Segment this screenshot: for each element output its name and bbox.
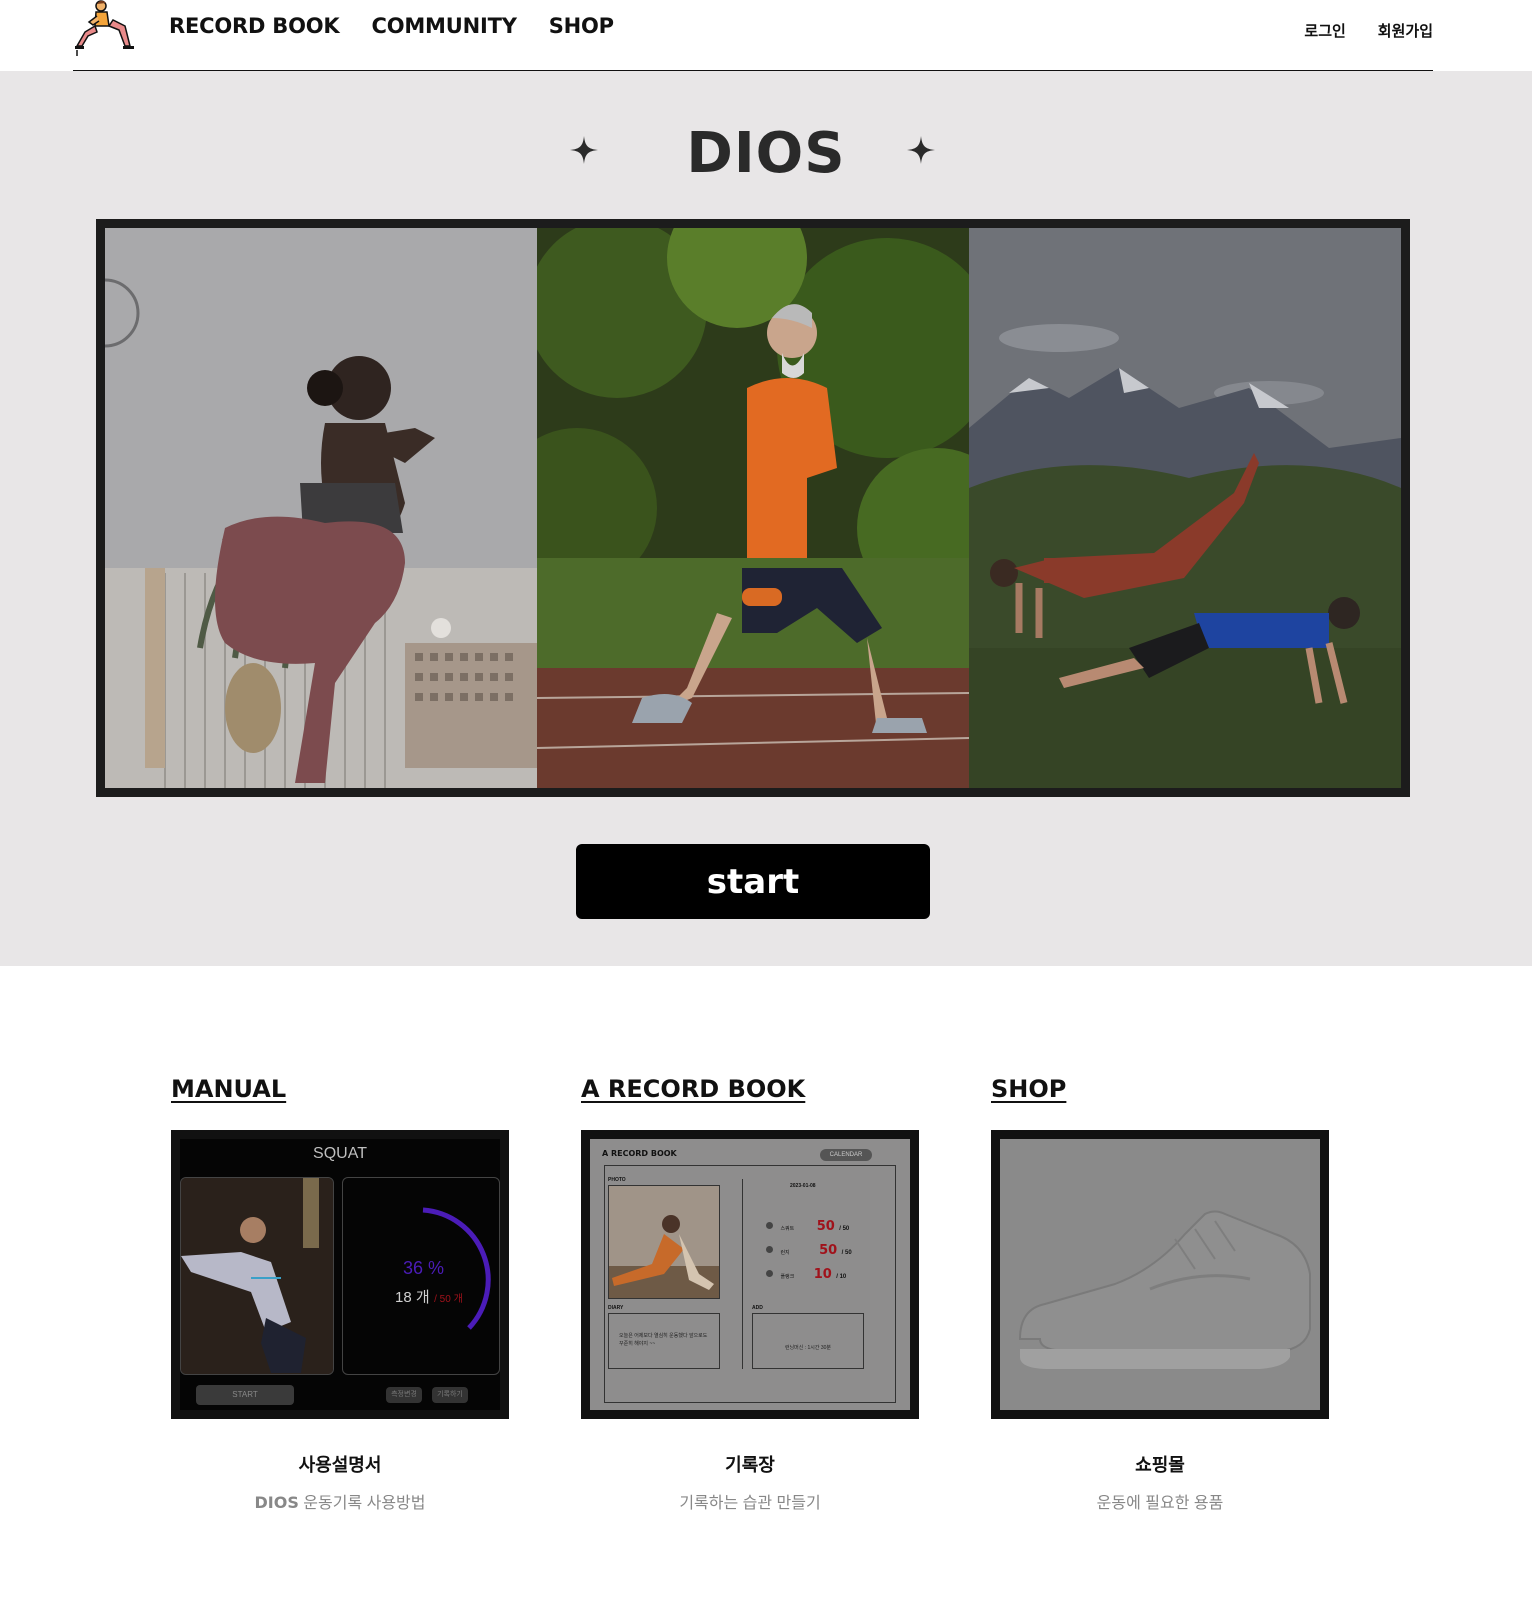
- gallery-image-lunge: [537, 228, 969, 788]
- rb-photo: [608, 1185, 720, 1299]
- card-title-manual: 사용설명서: [298, 1455, 382, 1476]
- manual-count-row: 18 개 / 50 개: [395, 1286, 463, 1307]
- nav-community[interactable]: COMMUNITY: [371, 14, 516, 38]
- site-header: RECORD BOOK COMMUNITY SHOP 로그인 회원가입: [73, 0, 1433, 71]
- hero-title: DIOS: [686, 121, 846, 186]
- manual-athlete-illustration: [181, 1178, 333, 1374]
- rb-row-target: / 50: [841, 1250, 852, 1256]
- rb-row-name: 런지: [780, 1250, 790, 1256]
- plank-photo-illustration: [969, 228, 1401, 788]
- hero-section: DIOS start: [0, 71, 1532, 966]
- rb-row-value: 50: [819, 1243, 838, 1258]
- rb-row-name: 스쿼트: [780, 1226, 795, 1232]
- rb-row-dot-icon: [766, 1246, 773, 1254]
- card-sub-record-book: 기록하는 습관 만들기: [679, 1495, 821, 1512]
- gallery-image-squat: [105, 228, 537, 788]
- rb-row-value: 50: [816, 1219, 835, 1234]
- card-heading-manual[interactable]: MANUAL: [171, 1075, 509, 1111]
- card-heading-shop[interactable]: SHOP: [991, 1075, 1329, 1111]
- gallery-image-plank: [969, 228, 1401, 788]
- rb-diary-text: 오늘은 어제보다 열심히 운동했다 앞으로도 꾸준히 해야지 ~~: [619, 1333, 708, 1347]
- manual-target: / 50 개: [434, 1294, 463, 1305]
- rb-photo-illustration: [609, 1186, 719, 1298]
- rb-title: A RECORD BOOK: [602, 1149, 677, 1158]
- sparkle-icon: [907, 136, 935, 164]
- card-title-shop: 쇼핑몰: [1135, 1455, 1185, 1476]
- hero-title-wrap: DIOS: [0, 121, 1532, 186]
- hero-gallery: [96, 219, 1410, 797]
- squat-photo-illustration: [105, 228, 537, 788]
- lunge-logo-icon[interactable]: [73, 0, 137, 56]
- rb-date: 2023-01-08: [790, 1183, 816, 1189]
- rb-add-box: 런닝머신 : 1시간 30분: [752, 1313, 864, 1369]
- manual-progress-frame: 36 % 18 개 / 50 개: [342, 1177, 500, 1375]
- login-link[interactable]: 로그인: [1304, 20, 1345, 41]
- card-sub-shop: 운동에 필요한 용품: [1096, 1495, 1224, 1512]
- rb-row-1: 런지 50 / 50: [766, 1241, 852, 1259]
- rb-row-dot-icon: [766, 1222, 773, 1230]
- nav-shop[interactable]: SHOP: [549, 14, 614, 38]
- manual-btn-record[interactable]: 기록하기: [432, 1387, 468, 1403]
- nav-record-book[interactable]: RECORD BOOK: [169, 14, 340, 38]
- card-record-book[interactable]: A RECORD BOOK A RECORD BOOK CALENDAR PHO…: [581, 1075, 919, 1512]
- sneaker-icon: [1018, 1210, 1311, 1369]
- shop-preview-inner: [1000, 1139, 1320, 1410]
- main-nav: RECORD BOOK COMMUNITY SHOP: [169, 14, 614, 38]
- manual-percent: 36 %: [403, 1258, 445, 1278]
- lunge-photo-illustration: [537, 228, 969, 788]
- rb-calendar-button[interactable]: CALENDAR: [820, 1149, 872, 1161]
- rb-row-value: 10: [813, 1267, 832, 1282]
- rb-diary-box: 오늘은 어제보다 열심히 운동했다 앞으로도 꾸준히 해야지 ~~: [608, 1313, 720, 1369]
- rb-row-target: / 50: [839, 1226, 850, 1232]
- manual-preview-inner: SQUAT 36 % 18 개 / 50 개 START 측정변경 기록하기: [180, 1139, 500, 1410]
- record-book-preview-inner: A RECORD BOOK CALENDAR PHOTO 2023-01-08 …: [590, 1139, 910, 1410]
- card-title-record-book: 기록장: [725, 1455, 775, 1476]
- rb-photo-label: PHOTO: [608, 1177, 626, 1183]
- rb-diary-label: DIARY: [608, 1305, 624, 1311]
- rb-row-2: 플랭크 10 / 10: [766, 1265, 846, 1283]
- manual-btn-change[interactable]: 측정변경: [386, 1387, 422, 1403]
- rb-add-label: ADD: [752, 1305, 763, 1311]
- shop-preview[interactable]: [991, 1130, 1329, 1419]
- manual-exercise-label: SQUAT: [313, 1145, 367, 1162]
- rb-divider: [742, 1179, 743, 1369]
- card-sub-text-manual: 운동기록 사용방법: [303, 1495, 426, 1512]
- card-heading-record-book[interactable]: A RECORD BOOK: [581, 1075, 919, 1111]
- manual-count: 18 개: [395, 1289, 430, 1306]
- record-book-preview[interactable]: A RECORD BOOK CALENDAR PHOTO 2023-01-08 …: [581, 1130, 919, 1419]
- manual-video-frame: [180, 1177, 334, 1375]
- auth-links: 로그인 회원가입: [1304, 20, 1433, 41]
- rb-row-name: 플랭크: [780, 1274, 795, 1280]
- rb-row-0: 스쿼트 50 / 50: [766, 1217, 849, 1235]
- manual-preview[interactable]: SQUAT 36 % 18 개 / 50 개 START 측정변경 기록하기: [171, 1130, 509, 1419]
- manual-start-button[interactable]: START: [196, 1385, 294, 1405]
- card-manual[interactable]: MANUAL SQUAT 36 % 18 개 / 50 개 START 측정변경…: [171, 1075, 509, 1512]
- start-button[interactable]: start: [576, 844, 930, 919]
- rb-row-dot-icon: [766, 1270, 773, 1278]
- signup-link[interactable]: 회원가입: [1378, 20, 1433, 41]
- rb-row-target: / 10: [836, 1274, 847, 1280]
- rb-add-text: 런닝머신 : 1시간 30분: [784, 1345, 832, 1351]
- card-shop[interactable]: SHOP 쇼핑몰 운동에 필요한 용품: [991, 1075, 1329, 1512]
- card-sub-manual: DIOS 운동기록 사용방법: [171, 1489, 509, 1513]
- card-sub-brand: DIOS: [254, 1493, 299, 1512]
